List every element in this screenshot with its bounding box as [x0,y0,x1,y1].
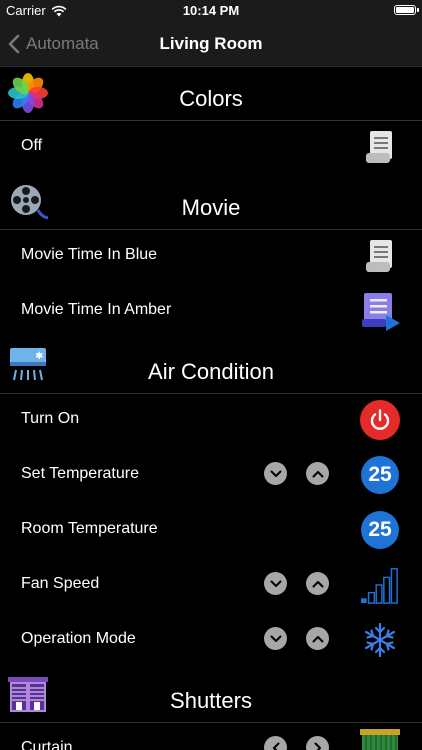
power-icon [360,400,400,440]
chevron-up-icon [312,580,323,587]
scene-row-fan-speed[interactable]: Fan Speed [0,559,422,614]
snowflake-icon [365,622,395,658]
scroll-icon [366,240,392,272]
scene-run-button[interactable] [360,127,400,167]
set-temperature-value: 25 [361,456,399,494]
room-temperature-value: 25 [361,511,399,549]
curtain-icon [360,729,400,750]
scene-label: Room Temperature [21,520,158,537]
section-shutters: Shutters [0,669,422,723]
scene-label: Off [21,137,43,154]
scene-run-button[interactable] [360,291,400,331]
section-title: Movie [181,195,241,220]
scene-row-movie-blue[interactable]: Movie Time In Blue [0,230,422,285]
decrease-button[interactable] [264,627,287,650]
open-button[interactable] [306,736,329,750]
section-colors: Colors [0,67,422,121]
scene-row-off[interactable]: Off [0,121,422,176]
scene-row-movie-amber[interactable]: Movie Time In Amber [0,285,422,340]
scene-row-operation-mode[interactable]: Operation Mode [0,614,422,669]
battery-level [396,7,414,13]
scene-label: Movie Time In Amber [21,301,172,318]
battery-icon [394,5,419,15]
scroll-icon [366,131,392,163]
fan-speed-indicator [360,565,400,605]
chevron-down-icon [270,635,281,642]
power-symbol-icon [370,409,390,430]
scene-label: Fan Speed [21,575,100,592]
scene-label: Operation Mode [21,630,136,647]
section-air-condition: ✱ Air Condition [0,340,422,394]
status-time: 10:14 PM [182,3,240,18]
scene-label: Set Temperature [21,465,139,482]
scene-row-turn-on[interactable]: Turn On [0,394,422,449]
section-title: Colors [179,86,243,111]
scene-run-button[interactable] [360,236,400,276]
decrease-button[interactable] [264,572,287,595]
section-title: Shutters [170,688,252,713]
section-title: Air Condition [148,359,274,384]
chevron-down-icon [270,470,281,477]
increase-button[interactable] [306,572,329,595]
signal-bars-icon [360,568,398,604]
chevron-up-icon [312,635,323,642]
section-movie: Movie [0,176,422,230]
scene-row-room-temperature[interactable]: Room Temperature 25 [0,504,422,559]
play-list-icon [362,293,400,331]
page-title: Living Room [159,34,263,53]
chevron-left-icon [272,742,279,750]
operation-mode-indicator [360,620,400,660]
increase-button[interactable] [306,627,329,650]
temperature-badge: 25 [360,510,400,550]
chevron-up-icon [312,470,323,477]
scene-row-set-temperature[interactable]: Set Temperature 25 [0,449,422,504]
power-button[interactable] [360,400,400,440]
close-button[interactable] [264,736,287,750]
curtain-indicator [360,729,400,750]
increase-button[interactable] [306,462,329,485]
decrease-button[interactable] [264,462,287,485]
navigation-bar: Automata Living Room [0,22,422,67]
scene-label: Curtain [21,739,73,750]
temperature-badge: 25 [360,455,400,495]
status-bar: Carrier 10:14 PM [0,0,422,22]
scene-label: Movie Time In Blue [21,246,158,263]
chevron-down-icon [270,580,281,587]
scene-label: Turn On [21,410,80,427]
chevron-right-icon [314,742,321,750]
scene-list[interactable]: Colors Off Movie Movie Time In Blue Movi… [0,67,422,750]
scene-row-curtain[interactable]: Curtain [0,723,422,750]
